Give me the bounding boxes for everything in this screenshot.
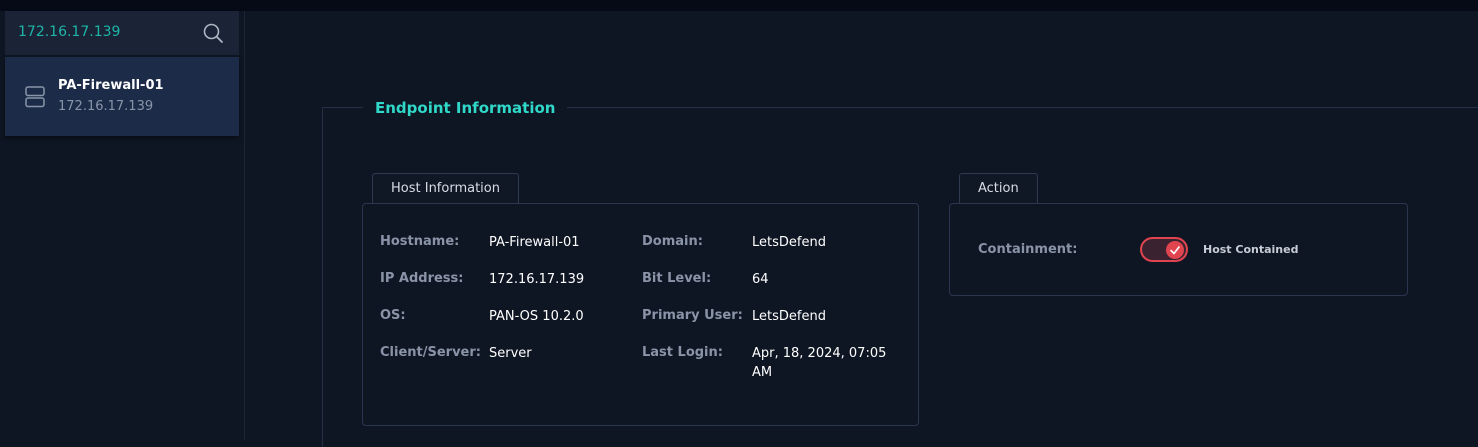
toggle-knob (1166, 240, 1184, 259)
hostname-label: Hostname: (380, 234, 460, 249)
search-input[interactable]: 172.16.17.139 (18, 24, 120, 40)
domain-label: Domain: (642, 234, 703, 249)
primary-user-value: LetsDefend (752, 309, 826, 324)
action-panel: Containment: Host Contained (949, 203, 1408, 296)
last-login-value: Apr, 18, 2024, 07:05 AM (752, 346, 887, 380)
sidebar: 172.16.17.139 PA-Firewall-01 172.16.17.1… (0, 11, 245, 440)
ip-address-label: IP Address: (380, 271, 464, 286)
ip-address-value: 172.16.17.139 (489, 272, 585, 287)
client-server-label: Client/Server: (380, 345, 481, 360)
client-server-value: Server (489, 346, 532, 361)
primary-user-label: Primary User: (642, 308, 743, 323)
os-label: OS: (380, 308, 406, 323)
search-icon[interactable] (202, 22, 224, 44)
check-icon (1170, 245, 1180, 254)
containment-status: Host Contained (1203, 243, 1299, 256)
bit-level-label: Bit Level: (642, 271, 712, 286)
host-information-panel: Hostname: PA-Firewall-01 IP Address: 172… (362, 203, 919, 426)
containment-toggle[interactable] (1140, 237, 1188, 262)
os-value: PAN-OS 10.2.0 (489, 309, 584, 324)
bit-level-value: 64 (752, 272, 769, 287)
server-icon (25, 86, 45, 108)
hostname-value: PA-Firewall-01 (489, 235, 580, 250)
tab-action[interactable]: Action (959, 173, 1038, 203)
tab-host-information[interactable]: Host Information (372, 173, 519, 203)
last-login-label: Last Login: (642, 345, 723, 360)
host-ip: 172.16.17.139 (58, 99, 154, 114)
main-content: Endpoint Information Host Information Ho… (245, 11, 1478, 447)
host-name: PA-Firewall-01 (58, 78, 164, 93)
containment-label: Containment: (978, 242, 1078, 257)
search-box[interactable]: 172.16.17.139 (5, 11, 239, 55)
host-list-item[interactable]: PA-Firewall-01 172.16.17.139 (5, 57, 239, 136)
section-title: Endpoint Information (363, 99, 568, 117)
top-bar (0, 0, 1478, 11)
domain-value: LetsDefend (752, 235, 826, 250)
